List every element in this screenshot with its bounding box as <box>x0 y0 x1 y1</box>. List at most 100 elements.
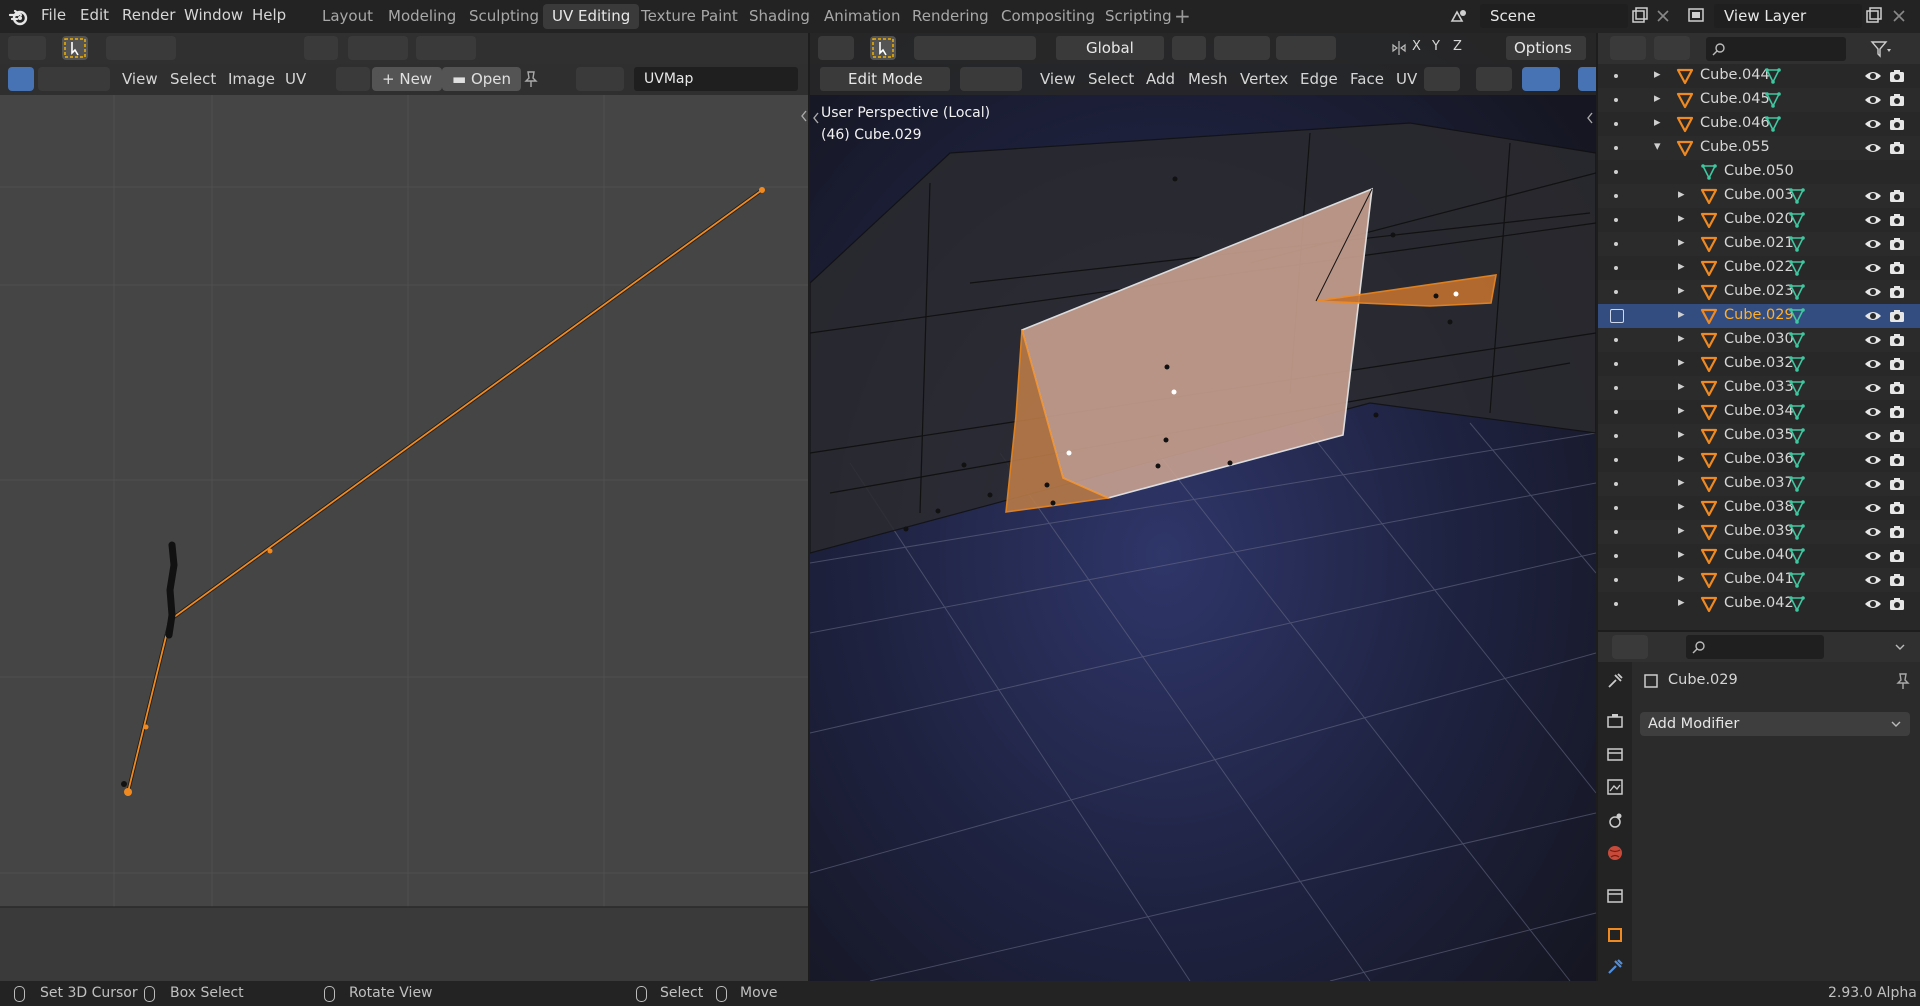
uv-menu-uv[interactable]: UV <box>285 70 306 88</box>
camera-icon[interactable] <box>1888 187 1906 205</box>
viewport-menu-view[interactable]: View <box>1040 70 1076 88</box>
overlay-icon[interactable] <box>576 67 624 91</box>
eye-icon[interactable] <box>1864 91 1882 109</box>
pivot-icon[interactable] <box>304 36 338 60</box>
mesh-data-icon[interactable] <box>1788 283 1806 301</box>
tab-rendering[interactable]: Rendering <box>903 4 998 29</box>
editor-type-icon[interactable] <box>8 36 46 60</box>
outliner-row[interactable]: ▸ Cube.039 <box>1598 520 1920 544</box>
row-marker-icon[interactable] <box>1614 146 1618 150</box>
eye-icon[interactable] <box>1864 235 1882 253</box>
row-marker-icon[interactable] <box>1614 458 1618 462</box>
row-marker-icon[interactable] <box>1614 362 1618 366</box>
eye-icon[interactable] <box>1864 451 1882 469</box>
eye-icon[interactable] <box>1864 355 1882 373</box>
mesh-data-icon[interactable] <box>1788 595 1806 613</box>
viewport-select-tool-icon[interactable] <box>870 36 896 60</box>
collection-tab-icon[interactable] <box>1606 886 1624 904</box>
viewport-scene[interactable] <box>810 33 1596 981</box>
mesh-data-icon[interactable] <box>1788 475 1806 493</box>
row-marker-icon[interactable] <box>1614 74 1618 78</box>
collapsed-arrow-icon[interactable]: ▸ <box>1678 475 1685 490</box>
camera-icon[interactable] <box>1888 139 1906 157</box>
viewport-select-mode-buttons[interactable] <box>914 36 1036 60</box>
uv-menu-view[interactable]: View <box>122 70 158 88</box>
collapsed-arrow-icon[interactable]: ▸ <box>1654 115 1661 130</box>
tab-shading[interactable]: Shading <box>740 4 819 29</box>
collapsed-arrow-icon[interactable]: ▸ <box>1678 571 1685 586</box>
row-marker-icon[interactable] <box>1614 482 1618 486</box>
view-layer-icon[interactable] <box>1686 5 1708 27</box>
scene-field[interactable]: Scene <box>1480 4 1628 28</box>
outliner-row[interactable]: ▸ Cube.046 <box>1598 112 1920 136</box>
outliner-search-input[interactable] <box>1706 37 1846 61</box>
mesh-data-icon[interactable] <box>1788 307 1806 325</box>
outliner-row[interactable]: ▸ Cube.033 <box>1598 376 1920 400</box>
row-marker-icon[interactable] <box>1614 290 1618 294</box>
open-image-button[interactable]: ▬ Open <box>442 67 522 91</box>
tab-animation[interactable]: Animation <box>815 4 909 29</box>
edit-mode-icon[interactable] <box>1610 309 1624 323</box>
tab-compositing[interactable]: Compositing <box>992 4 1104 29</box>
scene-tab-icon[interactable] <box>1606 811 1624 829</box>
mesh-select-mode-buttons[interactable] <box>960 67 1022 91</box>
new-scene-icon[interactable] <box>1629 5 1651 27</box>
mesh-data-icon[interactable] <box>1788 379 1806 397</box>
uv-sync-selection-icon[interactable] <box>8 67 34 91</box>
pin-icon[interactable] <box>522 70 540 88</box>
eye-icon[interactable] <box>1864 187 1882 205</box>
image-browse-icon[interactable] <box>336 67 370 91</box>
viewport-menu-add[interactable]: Add <box>1146 70 1175 88</box>
eye-icon[interactable] <box>1864 571 1882 589</box>
viewport-editor-type-icon[interactable] <box>818 36 854 60</box>
expanded-arrow-icon[interactable]: ▾ <box>1654 139 1661 154</box>
row-marker-icon[interactable] <box>1614 506 1618 510</box>
scene-icon[interactable] <box>1448 5 1470 27</box>
filter-icon[interactable] <box>1870 40 1892 58</box>
mesh-data-icon[interactable] <box>1788 211 1806 229</box>
menu-help[interactable]: Help <box>252 6 286 24</box>
collapsed-arrow-icon[interactable]: ▸ <box>1678 187 1685 202</box>
orientation-dropdown[interactable]: Global <box>1056 36 1164 60</box>
collapsed-arrow-icon[interactable]: ▸ <box>1678 355 1685 370</box>
add-modifier-dropdown[interactable]: Add Modifier <box>1640 712 1910 736</box>
collapsed-arrow-icon[interactable]: ▸ <box>1654 67 1661 82</box>
eye-icon[interactable] <box>1864 475 1882 493</box>
mesh-data-icon[interactable] <box>1788 355 1806 373</box>
snap-icon[interactable] <box>348 36 408 60</box>
eye-icon[interactable] <box>1864 523 1882 541</box>
mesh-data-icon[interactable] <box>1788 259 1806 277</box>
camera-icon[interactable] <box>1888 331 1906 349</box>
close-scene-icon[interactable] <box>1652 5 1674 27</box>
mesh-data-icon[interactable] <box>1788 547 1806 565</box>
camera-icon[interactable] <box>1888 307 1906 325</box>
camera-icon[interactable] <box>1888 283 1906 301</box>
eye-icon[interactable] <box>1864 331 1882 349</box>
viewport-sidebar-toggle-icon[interactable] <box>1586 111 1594 125</box>
tab-scripting[interactable]: Scripting <box>1096 4 1181 29</box>
mirror-z-toggle[interactable]: Z <box>1453 39 1462 54</box>
eye-icon[interactable] <box>1864 379 1882 397</box>
outliner-row[interactable]: ▸ Cube.042 <box>1598 592 1920 616</box>
collapsed-arrow-icon[interactable]: ▸ <box>1678 379 1685 394</box>
camera-icon[interactable] <box>1888 211 1906 229</box>
camera-icon[interactable] <box>1888 427 1906 445</box>
display-mode-icon[interactable] <box>1654 36 1690 60</box>
chevron-down-icon[interactable] <box>1894 642 1906 652</box>
camera-icon[interactable] <box>1888 451 1906 469</box>
viewport-menu-edge[interactable]: Edge <box>1300 70 1338 88</box>
viewport-menu-mesh[interactable]: Mesh <box>1188 70 1228 88</box>
camera-icon[interactable] <box>1888 379 1906 397</box>
tab-texture-paint[interactable]: Texture Paint <box>632 4 747 29</box>
outliner-row[interactable]: ▸ Cube.029 <box>1598 304 1920 328</box>
collapsed-arrow-icon[interactable]: ▸ <box>1678 331 1685 346</box>
eye-icon[interactable] <box>1864 403 1882 421</box>
row-marker-icon[interactable] <box>1614 602 1618 606</box>
select-mode-buttons[interactable] <box>106 36 176 60</box>
camera-icon[interactable] <box>1888 475 1906 493</box>
eye-icon[interactable] <box>1864 67 1882 85</box>
mesh-data-icon[interactable] <box>1788 451 1806 469</box>
viewport-menu-vertex[interactable]: Vertex <box>1240 70 1288 88</box>
mirror-icon[interactable] <box>1390 39 1408 57</box>
row-marker-icon[interactable] <box>1614 170 1618 174</box>
